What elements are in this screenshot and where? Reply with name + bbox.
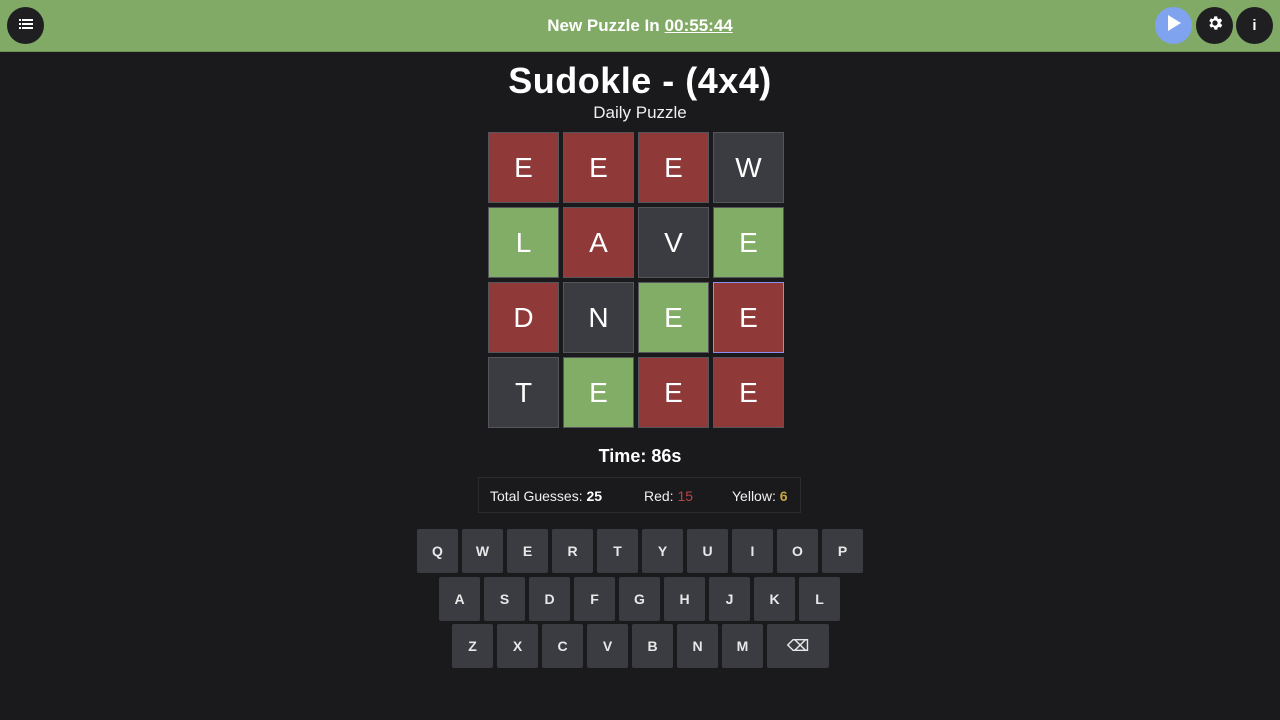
grid-cell[interactable]: A (563, 207, 634, 278)
backspace-key[interactable]: ⌫ (767, 624, 829, 668)
menu-button[interactable] (7, 7, 44, 44)
key-l[interactable]: L (799, 577, 840, 621)
key-a[interactable]: A (439, 577, 480, 621)
grid-cell[interactable]: E (563, 357, 634, 428)
key-r[interactable]: R (552, 529, 593, 573)
countdown-label: New Puzzle In (547, 15, 660, 35)
key-n[interactable]: N (677, 624, 718, 668)
key-i[interactable]: I (732, 529, 773, 573)
key-c[interactable]: C (542, 624, 583, 668)
key-s[interactable]: S (484, 577, 525, 621)
page-title: Sudokle - (4x4) (508, 60, 772, 101)
play-button[interactable] (1155, 7, 1192, 44)
total-guesses-stat: Total Guesses: 25 (490, 488, 602, 504)
key-z[interactable]: Z (452, 624, 493, 668)
grid-cell[interactable]: E (638, 132, 709, 203)
yellow-stat: Yellow: 6 (732, 488, 788, 504)
grid-cell[interactable]: E (638, 282, 709, 353)
key-d[interactable]: D (529, 577, 570, 621)
top-bar: New Puzzle In 00:55:44 i (0, 0, 1280, 52)
total-guesses-label: Total Guesses: (490, 488, 583, 504)
key-o[interactable]: O (777, 529, 818, 573)
key-w[interactable]: W (462, 529, 503, 573)
grid-cell[interactable]: N (563, 282, 634, 353)
grid-cell[interactable]: V (638, 207, 709, 278)
total-guesses-value: 25 (586, 488, 603, 504)
grid-cell[interactable]: W (713, 132, 784, 203)
guess-stats: Total Guesses: 25 Red: 15 Yellow: 6 (478, 477, 801, 513)
list-icon (18, 17, 33, 35)
grid-cell[interactable]: E (713, 357, 784, 428)
grid-cell[interactable]: D (488, 282, 559, 353)
settings-button[interactable] (1196, 7, 1233, 44)
key-p[interactable]: P (822, 529, 863, 573)
key-u[interactable]: U (687, 529, 728, 573)
key-y[interactable]: Y (642, 529, 683, 573)
grid-cell[interactable]: E (563, 132, 634, 203)
key-q[interactable]: Q (417, 529, 458, 573)
page-subtitle: Daily Puzzle (593, 103, 687, 122)
grid-cell[interactable]: E (638, 357, 709, 428)
key-g[interactable]: G (619, 577, 660, 621)
key-k[interactable]: K (754, 577, 795, 621)
key-x[interactable]: X (497, 624, 538, 668)
gear-icon (1206, 14, 1224, 37)
yellow-label: Yellow: (732, 488, 776, 504)
grid-cell[interactable]: E (713, 207, 784, 278)
info-button[interactable]: i (1236, 7, 1273, 44)
key-b[interactable]: B (632, 624, 673, 668)
grid-cell[interactable]: L (488, 207, 559, 278)
elapsed-time: Time: 86s (598, 446, 682, 466)
play-icon (1167, 15, 1181, 36)
grid-cell[interactable]: E (488, 132, 559, 203)
key-f[interactable]: F (574, 577, 615, 621)
red-stat: Red: 15 (644, 488, 693, 504)
key-m[interactable]: M (722, 624, 763, 668)
grid-cell[interactable]: T (488, 357, 559, 428)
countdown: New Puzzle In 00:55:44 (0, 0, 1280, 51)
key-t[interactable]: T (597, 529, 638, 573)
key-e[interactable]: E (507, 529, 548, 573)
red-value: 15 (677, 488, 694, 504)
info-icon: i (1252, 17, 1257, 34)
countdown-timer[interactable]: 00:55:44 (665, 16, 733, 36)
puzzle-grid: EEEWLAVEDNEETEEE (488, 132, 786, 430)
grid-cell[interactable]: E (713, 282, 784, 353)
key-j[interactable]: J (709, 577, 750, 621)
yellow-value: 6 (779, 488, 788, 504)
key-h[interactable]: H (664, 577, 705, 621)
red-label: Red: (644, 488, 674, 504)
key-v[interactable]: V (587, 624, 628, 668)
